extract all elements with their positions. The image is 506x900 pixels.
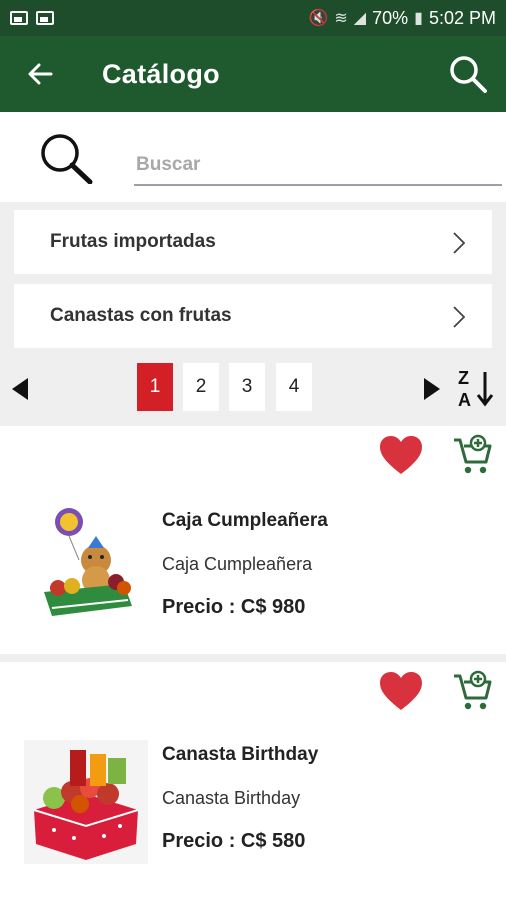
category-label: Canastas con frutas	[50, 305, 232, 326]
product-description: Canasta Birthday	[162, 788, 301, 808]
category-list: Frutas importadas Canastas con frutas 1 …	[0, 202, 506, 426]
favorite-heart-icon[interactable]	[378, 434, 424, 476]
prev-page-icon[interactable]	[8, 376, 32, 402]
product-card[interactable]: Canasta Birthday Canasta Birthday Precio…	[0, 662, 506, 900]
category-item-canastas-con-frutas[interactable]: Canastas con frutas	[14, 284, 492, 348]
category-item-frutas-importadas[interactable]: Frutas importadas	[14, 210, 492, 274]
search-row	[0, 112, 506, 202]
product-description: Caja Cumpleañera	[162, 554, 313, 574]
back-button[interactable]	[0, 36, 80, 112]
category-label: Frutas importadas	[50, 231, 216, 252]
wifi-icon: ≋	[334, 10, 348, 27]
page-title: Catálogo	[102, 58, 220, 89]
product-card[interactable]: Caja Cumpleañera Caja Cumpleañera Precio…	[0, 426, 506, 654]
battery-percent: 70%	[372, 7, 409, 28]
system-status: 🔇 ≋ ◢ 70% ▮ 5:02 PM	[308, 8, 496, 29]
page-button-2[interactable]: 2	[183, 363, 219, 411]
page-button-1[interactable]: 1	[137, 363, 173, 411]
product-list: Caja Cumpleañera Caja Cumpleañera Precio…	[0, 426, 506, 900]
battery-icon: ▮	[414, 10, 423, 27]
product-price: Precio : C$ 580	[162, 830, 306, 852]
chevron-right-icon	[453, 232, 466, 254]
product-name: Caja Cumpleañera	[162, 510, 328, 531]
mute-icon: 🔇	[308, 10, 329, 27]
svg-text:Z: Z	[458, 368, 469, 388]
app-bar: Catálogo	[0, 36, 506, 112]
product-image	[44, 508, 132, 616]
page-button-4[interactable]: 4	[276, 363, 312, 411]
status-bar: 🔇 ≋ ◢ 70% ▮ 5:02 PM	[0, 0, 506, 36]
image-notification-icon	[10, 11, 28, 25]
search-icon	[450, 56, 487, 93]
clock: 5:02 PM	[428, 7, 496, 28]
search-button[interactable]	[430, 36, 506, 112]
notification-icons	[10, 11, 54, 25]
arrow-back-icon	[28, 63, 53, 85]
product-price: Precio : C$ 980	[162, 596, 306, 618]
svg-text:A: A	[458, 390, 471, 410]
product-image	[24, 740, 148, 864]
chevron-right-icon	[453, 306, 466, 328]
signal-icon: ◢	[353, 10, 367, 27]
product-name: Canasta Birthday	[162, 744, 319, 765]
add-to-cart-icon[interactable]	[452, 670, 492, 712]
gallery-notification-icon	[36, 11, 54, 25]
search-input[interactable]	[134, 146, 502, 186]
add-to-cart-icon[interactable]	[452, 434, 492, 476]
favorite-heart-icon[interactable]	[378, 670, 424, 712]
page-button-3[interactable]: 3	[229, 363, 265, 411]
sort-z-a-icon[interactable]: Z A	[455, 366, 497, 410]
search-field-icon	[41, 134, 93, 184]
next-page-icon[interactable]	[420, 376, 444, 402]
pagination: 1 2 3 4 Z A	[0, 354, 506, 424]
